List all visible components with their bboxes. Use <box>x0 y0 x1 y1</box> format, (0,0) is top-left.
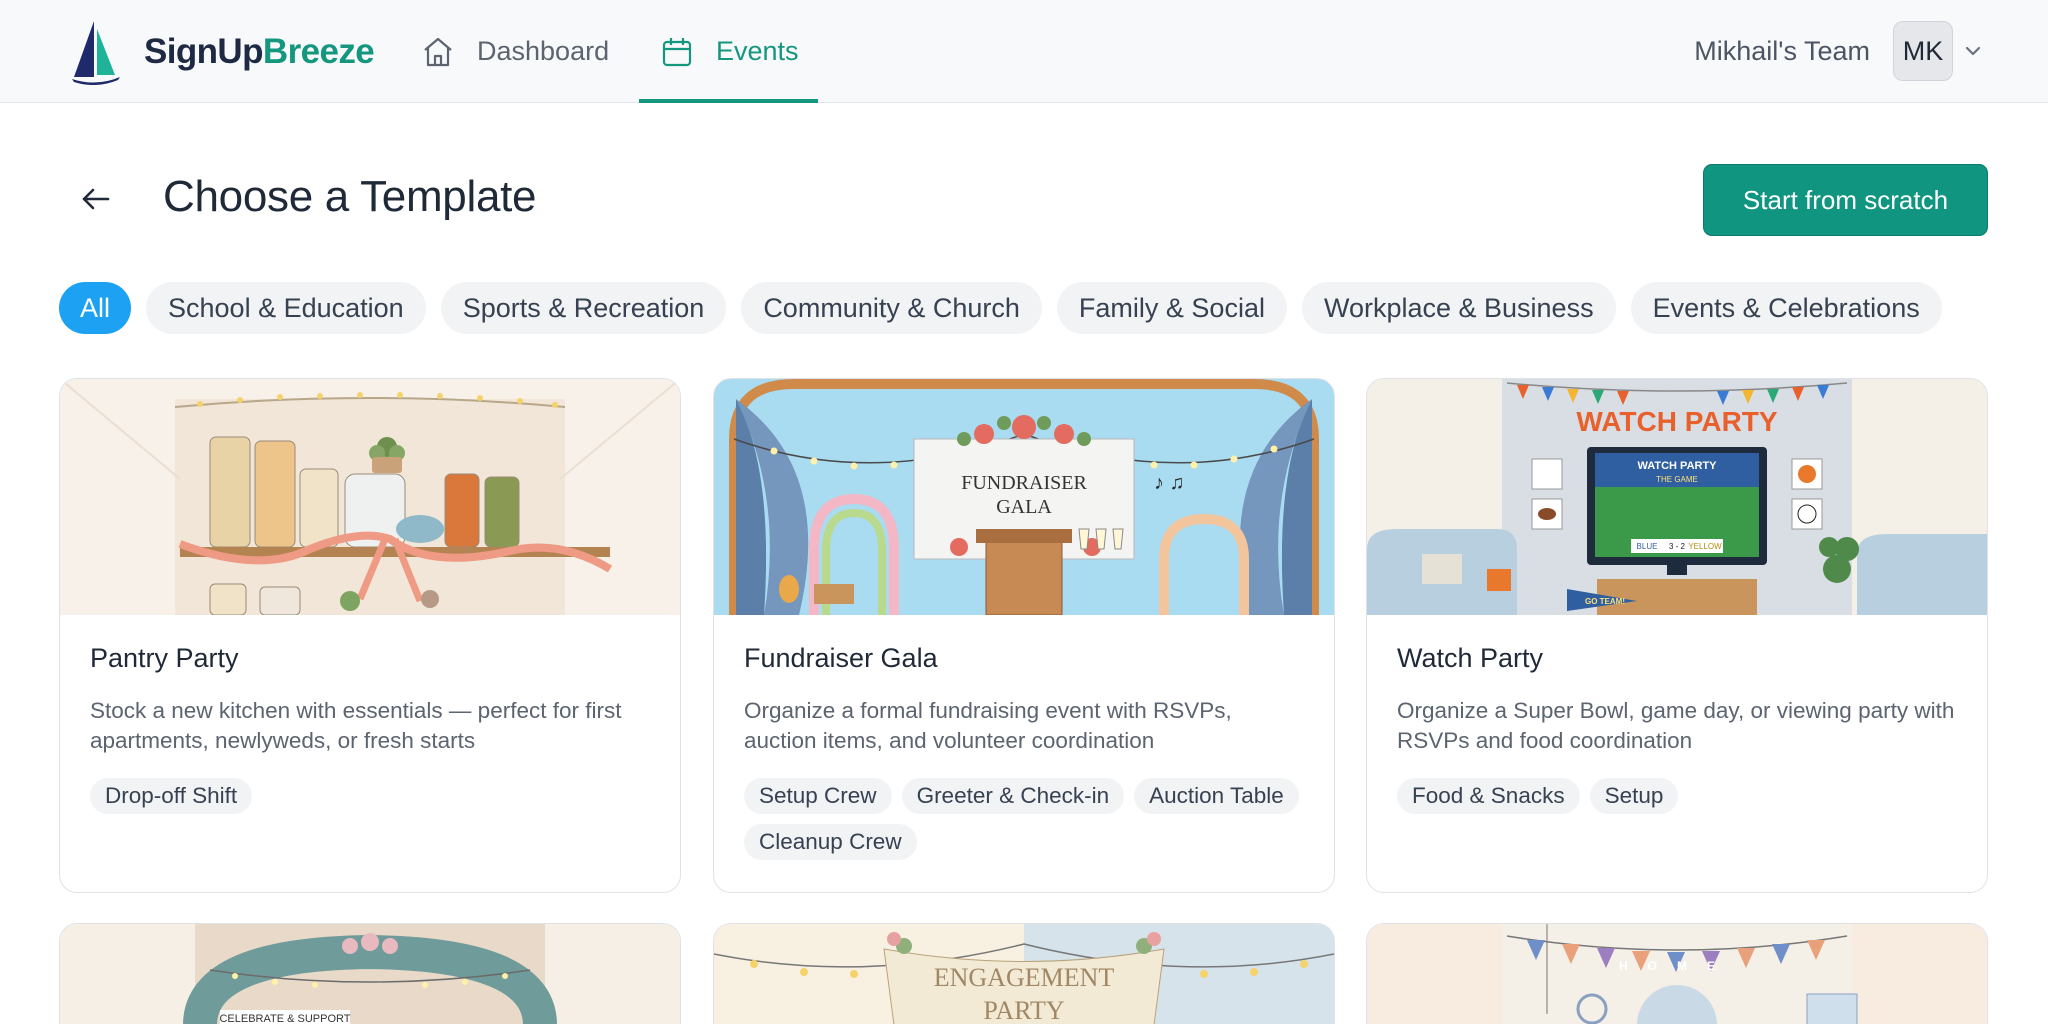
engagement-party-illustration: ENGAGEMENT PARTY <box>714 924 1334 1024</box>
gala-banner-line1: FUNDRAISER <box>961 472 1087 494</box>
watch-party-illustration: WATCH PARTY WATCH PARTY THE GAME BLUE 3 … <box>1367 379 1987 615</box>
template-tag: Setup <box>1589 778 1679 814</box>
nav-events-label: Events <box>716 36 799 66</box>
home-icon <box>424 37 452 66</box>
brand-name-part1: SignUp <box>144 32 263 71</box>
template-title: Pantry Party <box>90 643 239 673</box>
template-card-fundraiser-gala[interactable]: FUNDRAISER GALA ♪ ♫ Fundraiser Gala Orga… <box>713 378 1335 893</box>
tv-team-blue: BLUE <box>1637 542 1658 551</box>
sailboat-logo-icon <box>72 21 120 85</box>
nav-dashboard[interactable]: Dashboard <box>421 0 609 103</box>
brand-name-part2: Breeze <box>262 32 375 71</box>
category-filter-bar: All School & Education Sports & Recreati… <box>59 282 1942 334</box>
celebrate-support-illustration: CELEBRATE & SUPPORT <box>60 924 680 1024</box>
active-tab-indicator <box>639 99 818 103</box>
template-tags: Drop-off Shift <box>90 778 652 814</box>
tv-team-yellow: YELLOW <box>1688 542 1722 551</box>
avatar[interactable]: MK <box>1893 21 1953 81</box>
template-tag: Greeter & Check-in <box>901 778 1125 814</box>
svg-text:♪ ♫: ♪ ♫ <box>1154 472 1185 494</box>
template-description: Organize a Super Bowl, game day, or view… <box>1397 698 1955 753</box>
nav-dashboard-label: Dashboard <box>477 36 610 66</box>
watch-party-headline: WATCH PARTY <box>1576 406 1777 437</box>
card-body: Fundraiser Gala Organize a formal fundra… <box>744 643 1306 860</box>
engagement-banner-line1: ENGAGEMENT <box>934 963 1115 992</box>
page-title: Choose a Template <box>163 172 537 221</box>
brand-name: SignUpBreeze <box>144 32 375 72</box>
template-card-5[interactable]: ENGAGEMENT PARTY <box>713 923 1335 1024</box>
template-tags: Food & Snacks Setup <box>1397 778 1959 814</box>
template-tag: Drop-off Shift <box>90 778 253 814</box>
back-arrow-icon[interactable] <box>74 177 118 221</box>
fundraiser-gala-illustration: FUNDRAISER GALA ♪ ♫ <box>714 379 1334 615</box>
template-tag: Auction Table <box>1134 778 1299 814</box>
tv-score: 3 - 2 <box>1669 542 1686 551</box>
card-body: Watch Party Organize a Super Bowl, game … <box>1397 643 1959 814</box>
nav-events[interactable]: Events <box>660 0 799 103</box>
filter-chip-community-church[interactable]: Community & Church <box>741 282 1042 334</box>
team-name[interactable]: Mikhail's Team <box>1694 0 1870 103</box>
filter-chip-sports-recreation[interactable]: Sports & Recreation <box>440 282 727 334</box>
template-card-6[interactable]: HOME <box>1366 923 1988 1024</box>
tv-subtitle-text: THE GAME <box>1656 475 1698 484</box>
gala-banner-line2: GALA <box>996 496 1052 518</box>
filter-chip-events-celebrations[interactable]: Events & Celebrations <box>1630 282 1942 334</box>
template-card-4[interactable]: CELEBRATE & SUPPORT <box>59 923 681 1024</box>
top-navigation-bar: SignUpBreeze Dashboard Events Mikhail's … <box>0 0 2048 103</box>
template-tag: Setup Crew <box>744 778 892 814</box>
filter-chip-workplace-business[interactable]: Workplace & Business <box>1301 282 1616 334</box>
card-body: Pantry Party Stock a new kitchen with es… <box>90 643 652 814</box>
filter-chip-all[interactable]: All <box>59 282 132 334</box>
filter-chip-family-social[interactable]: Family & Social <box>1056 282 1287 334</box>
celebrate-support-text: CELEBRATE & SUPPORT <box>219 1013 350 1024</box>
filter-chip-school-education[interactable]: School & Education <box>146 282 426 334</box>
go-team-pennant-text: GO TEAM! <box>1585 597 1625 606</box>
template-card-pantry-party[interactable]: Pantry Party Stock a new kitchen with es… <box>59 378 681 893</box>
template-card-watch-party[interactable]: WATCH PARTY WATCH PARTY THE GAME BLUE 3 … <box>1366 378 1988 893</box>
template-title: Watch Party <box>1397 643 1544 673</box>
chevron-down-icon[interactable] <box>1959 37 1987 65</box>
brand[interactable]: SignUpBreeze <box>68 18 375 86</box>
calendar-icon <box>662 37 692 66</box>
housewarming-illustration: HOME <box>1367 924 1987 1024</box>
tv-title-text: WATCH PARTY <box>1637 460 1717 472</box>
engagement-banner-line2: PARTY <box>983 996 1065 1024</box>
template-tag: Cleanup Crew <box>744 824 917 860</box>
pantry-shelf-illustration <box>60 379 680 615</box>
template-tag: Food & Snacks <box>1397 778 1580 814</box>
template-description: Stock a new kitchen with essentials — pe… <box>90 698 622 753</box>
start-from-scratch-button[interactable]: Start from scratch <box>1703 164 1988 236</box>
template-description: Organize a formal fundraising event with… <box>744 698 1232 753</box>
template-title: Fundraiser Gala <box>744 643 938 673</box>
home-pennant-text: HOME <box>1619 959 1735 973</box>
template-tags: Setup Crew Greeter & Check-in Auction Ta… <box>744 778 1306 860</box>
